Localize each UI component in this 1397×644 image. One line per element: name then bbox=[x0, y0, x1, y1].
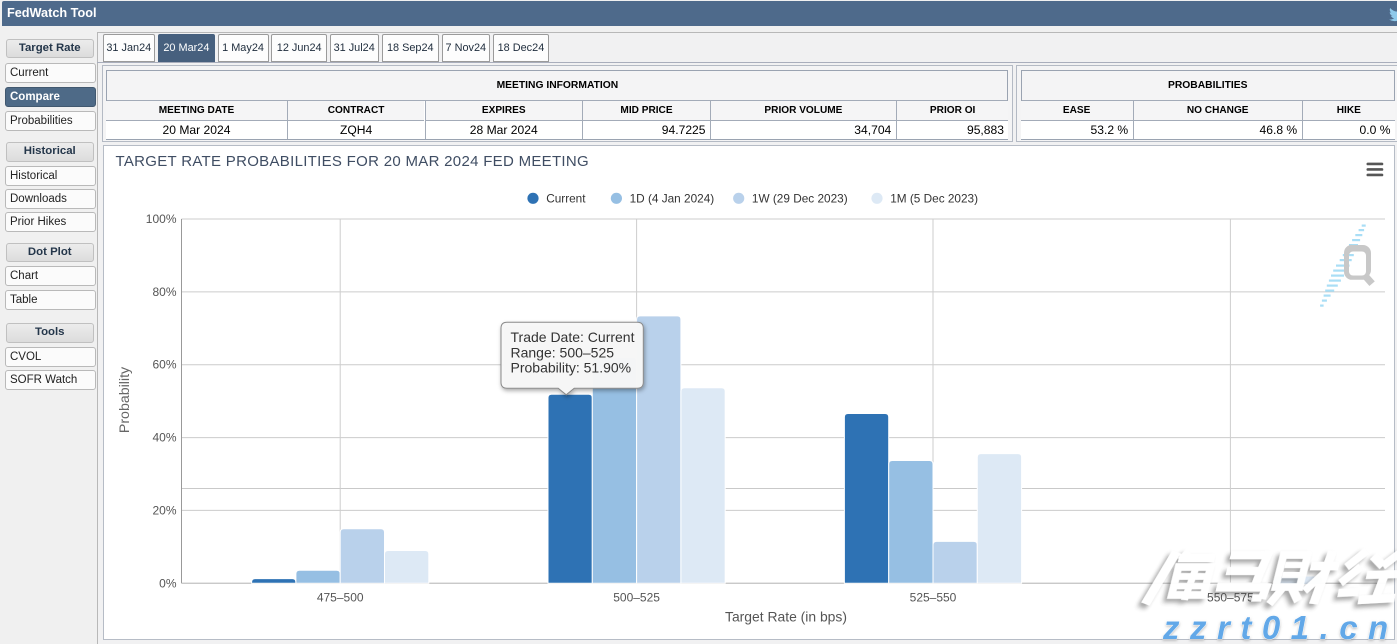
svg-text:Target Rate (in bps): Target Rate (in bps) bbox=[725, 609, 847, 625]
svg-text:80%: 80% bbox=[152, 285, 176, 299]
svg-text:475–500: 475–500 bbox=[317, 591, 364, 605]
svg-text:0%: 0% bbox=[159, 576, 177, 590]
svg-text:Trade Date: Current: Trade Date: Current bbox=[511, 329, 635, 345]
svg-text:500–525: 500–525 bbox=[613, 591, 660, 605]
svg-text:Probability: 51.90%: Probability: 51.90% bbox=[511, 360, 632, 376]
svg-text:20%: 20% bbox=[152, 503, 176, 517]
svg-text:550–575: 550–575 bbox=[1207, 591, 1254, 605]
svg-text:Probability: Probability bbox=[117, 366, 133, 433]
svg-text:1W (29 Dec 2023): 1W (29 Dec 2023) bbox=[752, 192, 848, 206]
svg-text:zzrt01.cn: zzrt01.cn bbox=[1162, 609, 1397, 644]
svg-text:100%: 100% bbox=[146, 212, 177, 226]
svg-text:Current: Current bbox=[546, 192, 586, 206]
svg-text:Range: 500–525: Range: 500–525 bbox=[511, 344, 615, 360]
svg-text:525–550: 525–550 bbox=[910, 591, 957, 605]
svg-text:TARGET RATE PROBABILITIES FOR: TARGET RATE PROBABILITIES FOR 20 MAR 202… bbox=[116, 153, 590, 170]
svg-text:40%: 40% bbox=[152, 431, 176, 445]
svg-text:1M (5 Dec 2023): 1M (5 Dec 2023) bbox=[890, 192, 978, 206]
svg-text:60%: 60% bbox=[152, 358, 176, 372]
svg-text:1D (4 Jan 2024): 1D (4 Jan 2024) bbox=[630, 192, 715, 206]
